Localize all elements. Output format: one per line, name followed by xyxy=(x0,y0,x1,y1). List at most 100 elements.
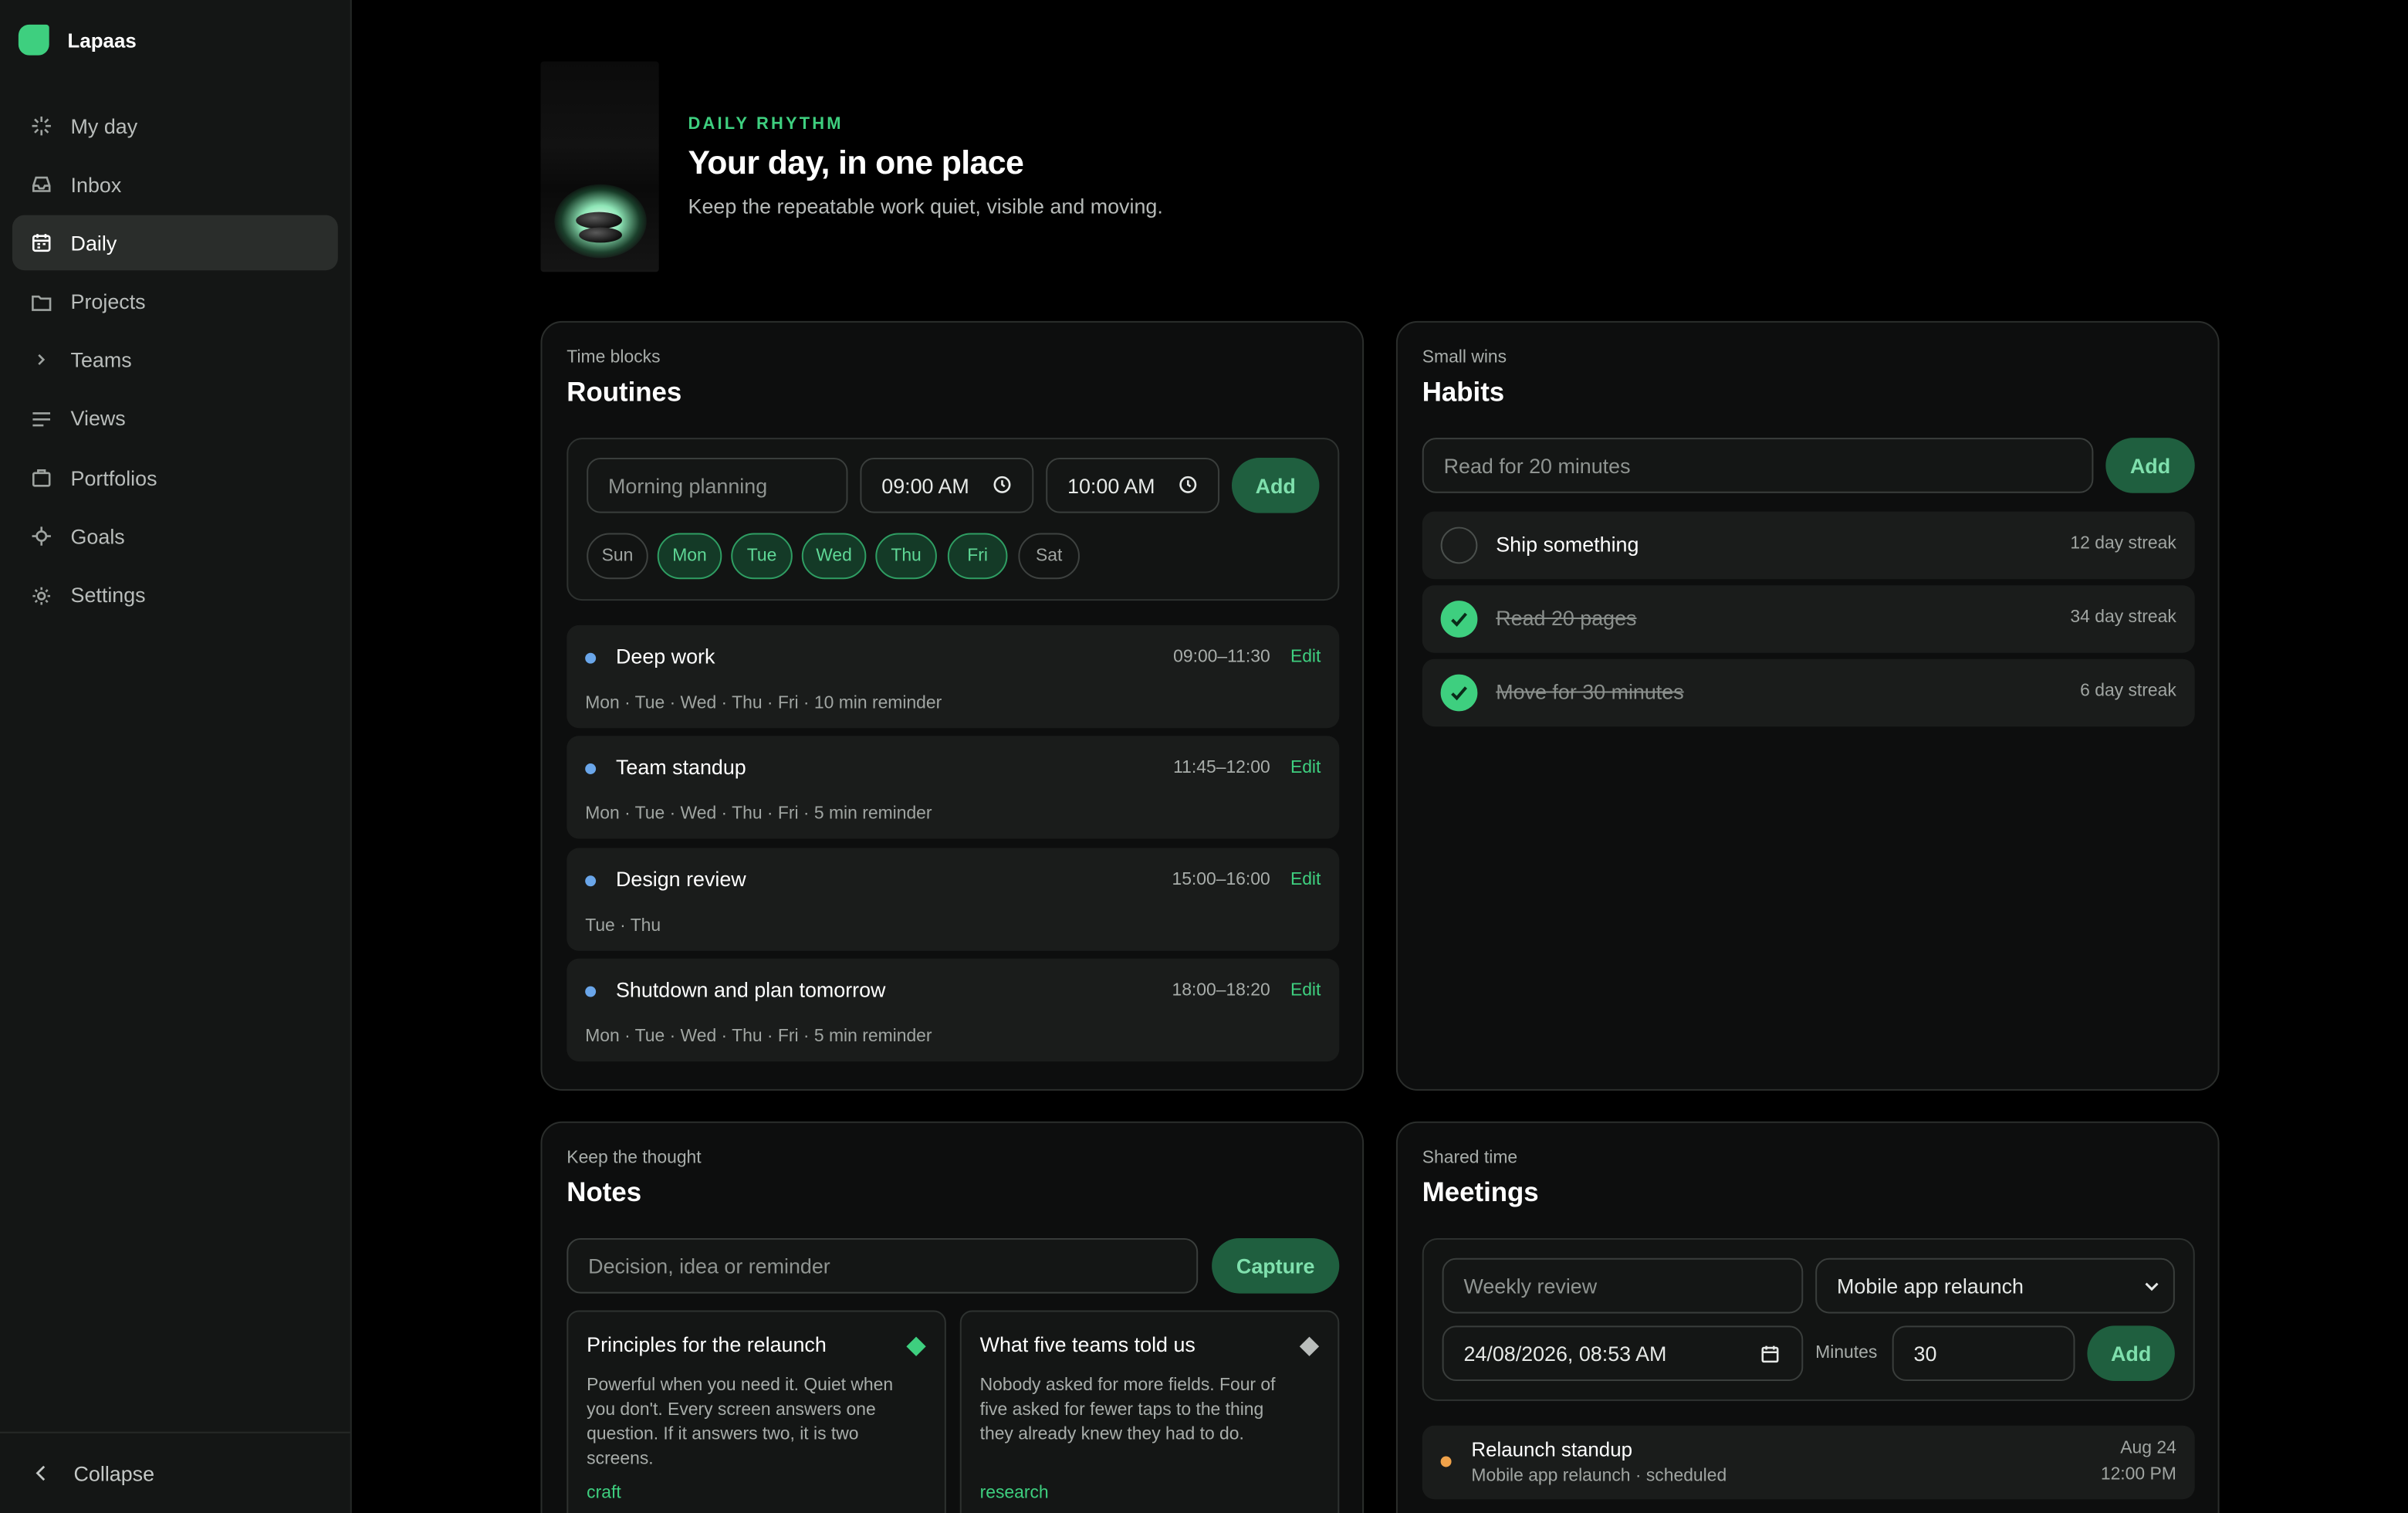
meeting-time: 12:00 PM xyxy=(2100,1465,2176,1484)
routine-name: Shutdown and plan tomorrow xyxy=(615,978,886,1002)
card-kicker: Keep the thought xyxy=(566,1149,702,1168)
sidebar-item-views[interactable]: Views xyxy=(12,391,338,447)
day-chip-mon[interactable]: Mon xyxy=(657,533,722,580)
check-icon xyxy=(1451,612,1467,627)
leaf-logo-icon xyxy=(18,24,49,56)
habits-card: Small wins Habits Read for 20 minutes Ad… xyxy=(1395,320,2220,1091)
routine-item[interactable]: Team standup 11:45–12:00 Edit Mon · Tue … xyxy=(566,736,1340,839)
routine-meta: Mon · Tue · Wed · Thu · Fri · 10 min rem… xyxy=(585,694,942,713)
note-title: Principles for the relaunch xyxy=(587,1333,827,1357)
meeting-item[interactable]: Relaunch standup Mobile app relaunch · s… xyxy=(1422,1425,2195,1500)
sidebar-item-label: Goals xyxy=(70,525,125,549)
routine-item[interactable]: Design review 15:00–16:00 Edit Tue · Thu xyxy=(566,848,1340,951)
day-chip-sat[interactable]: Sat xyxy=(1018,533,1080,580)
card-title: Notes xyxy=(566,1176,642,1208)
habit-input[interactable]: Read for 20 minutes xyxy=(1422,438,2094,493)
habit-item[interactable]: Read 20 pages 34 day streak xyxy=(1422,585,2195,653)
add-routine-button[interactable]: Add xyxy=(1231,458,1320,513)
note-body: Powerful when you need it. Quiet when yo… xyxy=(587,1376,894,1469)
habit-checkbox[interactable] xyxy=(1440,601,1478,638)
sidebar-item-portfolios[interactable]: Portfolios xyxy=(12,450,338,506)
add-habit-button[interactable]: Add xyxy=(2105,438,2195,493)
sidebar-item-settings[interactable]: Settings xyxy=(12,567,338,623)
sidebar-item-label: Settings xyxy=(70,584,146,608)
routine-item[interactable]: Shutdown and plan tomorrow 18:00–18:20 E… xyxy=(566,958,1340,1062)
sidebar-item-daily[interactable]: Daily xyxy=(12,215,338,271)
datetime-input[interactable]: 24/08/2026, 08:53 AM xyxy=(1442,1325,1804,1382)
check-icon xyxy=(1451,686,1467,701)
edit-routine-link[interactable]: Edit xyxy=(1290,871,1321,889)
sidebar-item-label: Views xyxy=(70,408,126,432)
habit-name: Read 20 pages xyxy=(1496,607,1637,630)
routine-name: Design review xyxy=(615,868,746,892)
hero-image xyxy=(540,61,659,272)
note-card[interactable]: Principles for the relaunch Powerful whe… xyxy=(566,1310,946,1513)
day-chip-wed[interactable]: Wed xyxy=(801,533,867,580)
day-chip-sun[interactable]: Sun xyxy=(587,533,648,580)
day-chip-fri[interactable]: Fri xyxy=(947,533,1008,580)
note-body: Nobody asked for more fields. Four of fi… xyxy=(979,1376,1276,1444)
edit-routine-link[interactable]: Edit xyxy=(1290,982,1321,1000)
end-time-input[interactable]: 10:00 AM xyxy=(1046,458,1220,513)
note-card[interactable]: What five teams told us Nobody asked for… xyxy=(959,1310,1340,1513)
meeting-form: Weekly review Mobile app relaunch 24/08/… xyxy=(1422,1237,2195,1401)
clock-icon xyxy=(993,476,1011,493)
project-select[interactable]: Mobile app relaunch xyxy=(1815,1257,2175,1314)
habit-checkbox[interactable] xyxy=(1440,526,1478,564)
note-input[interactable]: Decision, idea or reminder xyxy=(566,1237,1199,1294)
edit-routine-link[interactable]: Edit xyxy=(1290,759,1321,777)
add-meeting-button[interactable]: Add xyxy=(2087,1325,2175,1382)
stone-shape xyxy=(579,227,622,243)
sidebar-item-inbox[interactable]: Inbox xyxy=(12,157,338,212)
sidebar-item-label: Portfolios xyxy=(70,466,157,490)
status-dot xyxy=(585,763,597,774)
day-chip-thu[interactable]: Thu xyxy=(875,533,937,580)
habit-streak: 34 day streak xyxy=(2070,608,2176,627)
card-title: Habits xyxy=(1422,376,1505,408)
start-time-input[interactable]: 09:00 AM xyxy=(860,458,1034,513)
minutes-label: Minutes xyxy=(1815,1344,1878,1363)
routine-meta: Mon · Tue · Wed · Thu · Fri · 5 min remi… xyxy=(585,1027,932,1047)
collapse-button[interactable]: Collapse xyxy=(0,1431,350,1513)
sidebar-item-label: My day xyxy=(70,114,138,138)
collapse-label: Collapse xyxy=(73,1461,155,1485)
gear-icon xyxy=(31,584,52,606)
folder-icon xyxy=(31,291,52,313)
note-tag[interactable]: craft xyxy=(587,1484,621,1502)
routine-meta: Mon · Tue · Wed · Thu · Fri · 5 min remi… xyxy=(585,804,932,824)
routine-name-input[interactable]: Morning planning xyxy=(587,458,848,513)
sidebar-item-my-day[interactable]: My day xyxy=(12,98,338,154)
page-title: Your day, in one place xyxy=(688,144,1024,181)
calendar-icon xyxy=(1761,1345,1779,1363)
minutes-input[interactable]: 30 xyxy=(1892,1325,2075,1382)
habit-checkbox[interactable] xyxy=(1440,674,1478,712)
note-title: What five teams told us xyxy=(979,1333,1196,1357)
note-tag[interactable]: research xyxy=(980,1484,1049,1502)
capture-button[interactable]: Capture xyxy=(1212,1237,1340,1294)
sidebar: Lapaas My day Inbox Daily Projects Teams xyxy=(0,0,352,1513)
day-chip-tue[interactable]: Tue xyxy=(731,533,793,580)
habit-streak: 12 day streak xyxy=(2070,534,2176,553)
sidebar-nav: My day Inbox Daily Projects Teams Views xyxy=(12,98,338,626)
routine-time: 09:00–11:30 xyxy=(1173,648,1270,667)
edit-routine-link[interactable]: Edit xyxy=(1290,648,1321,667)
meeting-sub: Mobile app relaunch · scheduled xyxy=(1471,1467,1727,1486)
routine-form: Morning planning 09:00 AM 10:00 AM Add S… xyxy=(566,438,1340,601)
meeting-name: Relaunch standup xyxy=(1471,1437,1632,1461)
sidebar-item-projects[interactable]: Projects xyxy=(12,274,338,330)
routine-item[interactable]: Deep work 09:00–11:30 Edit Mon · Tue · W… xyxy=(566,624,1340,729)
page-subtitle: Keep the repeatable work quiet, visible … xyxy=(688,195,1163,218)
routine-meta: Tue · Thu xyxy=(585,917,661,936)
habit-item[interactable]: Ship something 12 day streak xyxy=(1422,511,2195,580)
sidebar-item-goals[interactable]: Goals xyxy=(12,509,338,564)
meeting-date: Aug 24 xyxy=(2120,1439,2176,1458)
status-dot xyxy=(1440,1456,1452,1467)
brand[interactable]: Lapaas xyxy=(18,24,137,56)
meeting-title-input[interactable]: Weekly review xyxy=(1442,1257,1804,1314)
status-dot xyxy=(585,875,597,887)
chevron-right-icon xyxy=(31,350,52,371)
sidebar-item-label: Daily xyxy=(70,232,117,256)
sidebar-item-teams[interactable]: Teams xyxy=(12,333,338,388)
sidebar-item-label: Inbox xyxy=(70,173,122,197)
habit-item[interactable]: Move for 30 minutes 6 day streak xyxy=(1422,658,2195,727)
